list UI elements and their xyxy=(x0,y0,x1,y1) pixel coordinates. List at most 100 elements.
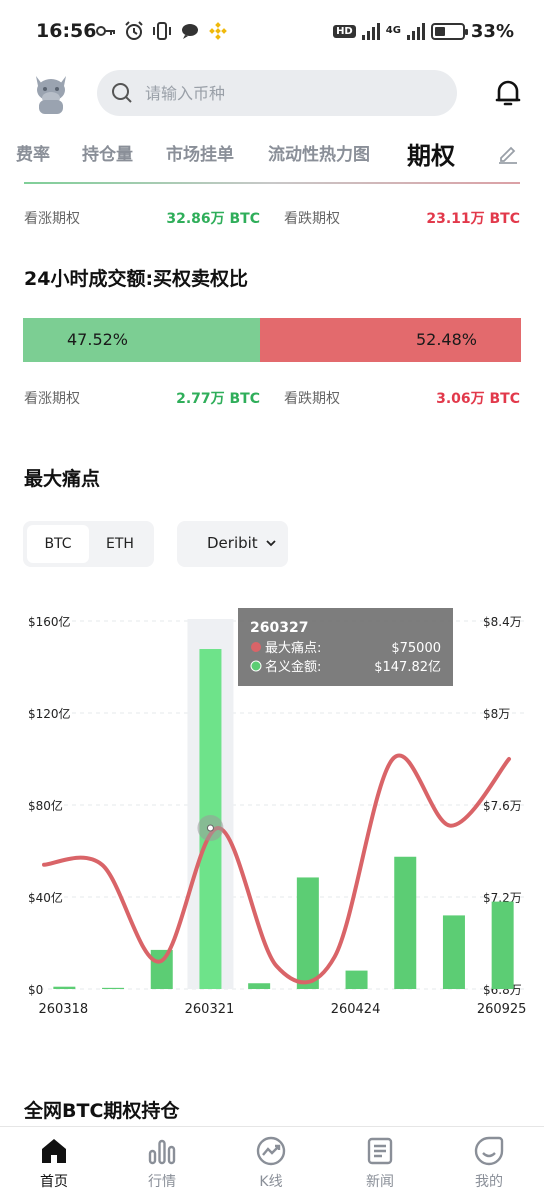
tab-funding-rate[interactable]: 费率 xyxy=(16,140,50,165)
left-axis-tick: $120亿 xyxy=(28,706,71,721)
right-axis-tick: $7.6万 xyxy=(483,799,522,813)
nav-profile-label: 我的 xyxy=(475,1174,503,1190)
volume-put-value: 3.06万 BTC xyxy=(436,391,520,407)
tab-divider xyxy=(24,182,520,184)
right-axis-tick: $8.4万 xyxy=(483,615,522,629)
search-box[interactable] xyxy=(97,70,457,116)
btc-options-oi-title: 全网BTC期权持仓 xyxy=(24,1100,180,1122)
volume-call-label: 看涨期权 xyxy=(24,391,80,407)
max-pain-chart[interactable]: $0 $6.8万$40亿 $7.2万$80亿 $7.6万$120亿 $8万$160亿 $8… xyxy=(0,600,544,1020)
bar-chart-icon xyxy=(148,1139,176,1165)
tab-open-interest[interactable]: 持仓量 xyxy=(82,140,133,165)
search-icon xyxy=(112,83,132,103)
chart-bar xyxy=(102,987,125,989)
chart-bar xyxy=(394,856,417,989)
news-icon xyxy=(367,1137,393,1165)
max-pain-title: 最大痛点 xyxy=(24,468,101,490)
status-right: HD 4G 33% xyxy=(333,20,514,42)
edit-icon[interactable] xyxy=(497,142,519,164)
nav-kline[interactable]: K线 xyxy=(231,1135,311,1191)
x-axis-tick: 260321 xyxy=(185,1002,235,1017)
x-axis-tick: 260424 xyxy=(331,1002,381,1017)
bell-icon[interactable] xyxy=(494,78,522,108)
chart-bar xyxy=(248,983,271,989)
nav-home-label: 首页 xyxy=(40,1174,68,1190)
call-label: 看涨期权 xyxy=(24,211,80,227)
tooltip-row1-value: $75000 xyxy=(391,641,441,656)
signal-icon-2 xyxy=(406,22,425,40)
x-axis-tick: 260925 xyxy=(477,1002,527,1017)
tab-liquidity-heatmap[interactable]: 流动性热力图 xyxy=(268,140,370,165)
coin-eth-button[interactable]: ETH xyxy=(89,525,151,563)
tab-options[interactable]: 期权 xyxy=(407,136,455,171)
tooltip-row2-label: 名义金额: xyxy=(265,659,321,675)
exchange-label: Deribit xyxy=(207,534,258,552)
alarm-icon xyxy=(125,21,143,40)
bottom-nav: 首页 行情 K线 新闻 我的 xyxy=(0,1126,544,1200)
call-value: 32.86万 BTC xyxy=(166,211,260,227)
nav-home[interactable]: 首页 xyxy=(14,1135,94,1191)
open-interest-row: 看涨期权 32.86万 BTC 看跌期权 23.11万 BTC xyxy=(24,208,520,228)
chart-bar xyxy=(53,986,76,989)
tooltip-red-dot xyxy=(251,642,261,652)
max-pain-line xyxy=(42,753,511,985)
network-type: 4G xyxy=(385,25,401,36)
binance-icon xyxy=(209,22,227,40)
status-icons xyxy=(96,20,228,42)
put-ratio-segment: 52.48% xyxy=(259,318,521,362)
volume-put-label: 看跌期权 xyxy=(284,391,340,407)
x-axis-tick: 260318 xyxy=(39,1002,89,1017)
put-value: 23.11万 BTC xyxy=(426,211,520,227)
coin-btc-button[interactable]: BTC xyxy=(27,525,89,563)
status-bar: 16:56 HD 4G 33% xyxy=(0,0,544,62)
nav-kline-label: K线 xyxy=(259,1174,283,1190)
left-axis-tick: $0 xyxy=(28,983,43,997)
chart-bar xyxy=(442,915,465,989)
volume-row: 看涨期权 2.77万 BTC 看跌期权 3.06万 BTC xyxy=(24,388,520,408)
chart-bar xyxy=(150,949,173,989)
left-axis-tick: $80亿 xyxy=(28,798,63,813)
smile-icon xyxy=(474,1136,504,1166)
volume-call-value: 2.77万 BTC xyxy=(176,391,260,407)
tooltip-date: 260327 xyxy=(250,620,308,636)
vibrate-icon xyxy=(153,22,171,40)
chevron-down-icon xyxy=(266,540,276,547)
left-axis-tick: $40亿 xyxy=(28,890,63,905)
trend-icon xyxy=(256,1136,286,1166)
right-axis-tick: $8万 xyxy=(483,707,510,721)
key-icon xyxy=(96,26,115,36)
call-put-ratio-bar: 47.52% 52.48% xyxy=(23,318,521,362)
tooltip-row2-value: $147.82亿 xyxy=(374,660,441,675)
hd-badge: HD xyxy=(333,24,356,38)
hover-point xyxy=(206,824,214,832)
nav-market[interactable]: 行情 xyxy=(122,1135,202,1191)
battery-icon xyxy=(430,22,468,40)
battery-percent: 33% xyxy=(470,20,514,42)
nav-market-label: 行情 xyxy=(148,1174,176,1190)
tooltip-green-dot xyxy=(250,660,262,672)
chat-icon xyxy=(182,24,198,39)
chart-bar xyxy=(296,877,319,989)
call-ratio-segment: 47.52% xyxy=(23,318,260,362)
coin-selector: BTC ETH xyxy=(23,521,154,567)
nav-profile[interactable]: 我的 xyxy=(449,1135,529,1191)
home-icon xyxy=(42,1139,66,1163)
tooltip-row1-label: 最大痛点: xyxy=(265,640,321,656)
nav-news-label: 新闻 xyxy=(366,1174,394,1190)
nav-news[interactable]: 新闻 xyxy=(340,1135,420,1191)
put-pct: 52.48% xyxy=(415,330,477,349)
avatar[interactable] xyxy=(30,70,72,116)
status-time: 16:56 xyxy=(36,20,97,42)
tab-order-book[interactable]: 市场挂单 xyxy=(166,140,234,165)
left-axis-tick: $160亿 xyxy=(28,614,71,629)
call-pct: 47.52% xyxy=(67,330,129,349)
put-label: 看跌期权 xyxy=(284,211,340,227)
volume-section-title: 24小时成交额:买权卖权比 xyxy=(24,268,249,290)
header xyxy=(0,66,544,122)
chart-bar xyxy=(345,970,368,989)
tab-bar: 费率 持仓量 市场挂单 流动性热力图 期权 xyxy=(0,130,544,182)
search-input[interactable] xyxy=(145,70,435,116)
signal-icon xyxy=(361,22,380,40)
chart-bar xyxy=(491,901,514,989)
exchange-select[interactable]: Deribit xyxy=(177,521,288,567)
